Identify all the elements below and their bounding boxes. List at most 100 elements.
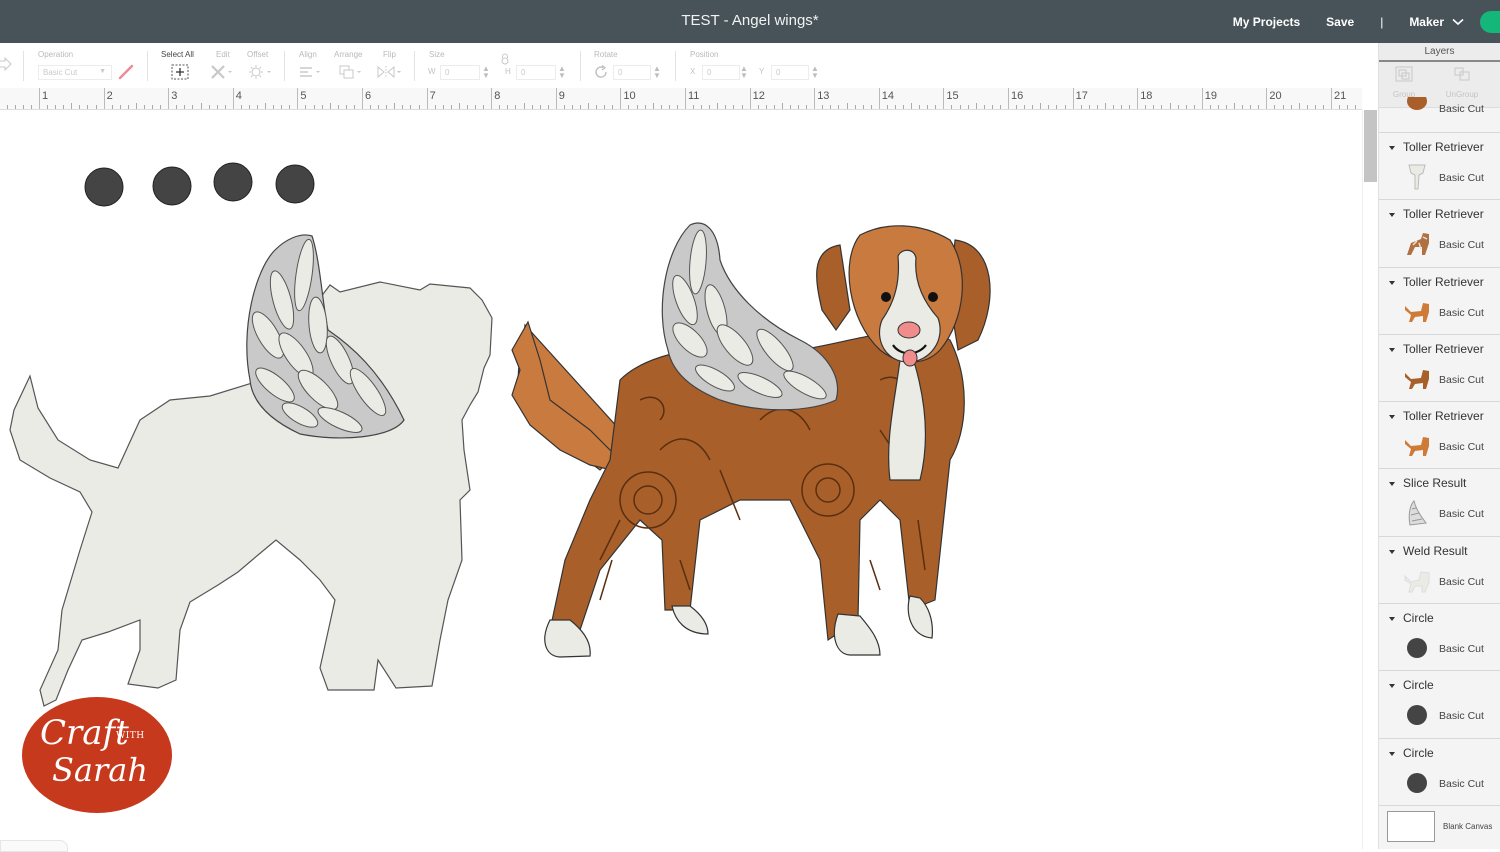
layer-item[interactable]: Toller Retriever Basic Cut <box>1379 200 1500 268</box>
width-stepper[interactable]: ▲ ▼ <box>482 65 490 80</box>
y-input[interactable]: 0 <box>771 65 809 80</box>
expand-caret-icon[interactable] <box>1389 751 1395 756</box>
rotate-stepper[interactable]: ▲ ▼ <box>653 65 661 80</box>
ruler-minor-tick <box>1347 105 1349 109</box>
layer-operation: Basic Cut <box>1439 777 1484 790</box>
ruler-minor-tick <box>1177 105 1179 109</box>
make-it-button[interactable] <box>1480 10 1500 33</box>
expand-caret-icon[interactable] <box>1389 617 1395 622</box>
layer-operation: Basic Cut <box>1439 643 1484 656</box>
scrollbar-thumb[interactable] <box>1364 110 1377 182</box>
expand-caret-icon[interactable] <box>1389 213 1395 218</box>
layer-item[interactable]: Toller Retriever Basic Cut <box>1379 133 1500 201</box>
circle-thumb-icon <box>1403 634 1431 662</box>
toller-retriever-dog[interactable] <box>511 225 991 658</box>
layer-item[interactable]: Circle Basic Cut <box>1379 604 1500 672</box>
expand-caret-icon[interactable] <box>1389 415 1395 420</box>
ruler-minor-tick <box>434 105 436 109</box>
layer-item-partial[interactable]: Basic Cut <box>1379 97 1500 133</box>
circle-shape[interactable] <box>275 164 315 204</box>
ruler-minor-tick <box>854 105 856 109</box>
layer-operation: Basic Cut <box>1439 172 1484 184</box>
rotate-input[interactable]: 0 <box>613 65 651 80</box>
circle-shape[interactable] <box>152 166 192 206</box>
ungroup-button[interactable]: UnGroup <box>1437 66 1487 99</box>
width-input[interactable]: 0 <box>440 65 480 80</box>
ruler-minor-tick <box>709 105 711 109</box>
group-toolbar: Group UnGroup <box>1379 62 1500 108</box>
ruler-minor-tick <box>725 105 727 109</box>
expand-caret-icon[interactable] <box>1389 684 1395 689</box>
wing-thumb-icon <box>1403 499 1431 527</box>
zoom-control-tab[interactable] <box>0 840 68 852</box>
ruler-minor-tick <box>539 105 541 109</box>
x-stepper[interactable]: ▲ ▼ <box>740 65 748 80</box>
group-button[interactable]: Group <box>1379 66 1429 99</box>
ruler-minor-tick <box>862 105 864 109</box>
expand-caret-icon[interactable] <box>1389 146 1395 150</box>
ruler-minor-tick <box>418 105 420 109</box>
offset-label: Offset <box>247 50 269 59</box>
layer-name: Toller Retriever <box>1403 409 1484 424</box>
expand-caret-icon[interactable] <box>1389 280 1395 285</box>
expand-caret-icon[interactable] <box>1389 347 1395 352</box>
ungroup-icon <box>1454 67 1470 81</box>
pen-color-icon[interactable] <box>118 64 134 80</box>
layer-item[interactable]: Circle Basic Cut <box>1379 738 1500 806</box>
save-button[interactable]: Save <box>1326 15 1354 29</box>
width-label: W <box>428 67 436 76</box>
x-value: 0 <box>707 68 712 77</box>
y-stepper[interactable]: ▲ ▼ <box>811 65 819 80</box>
ruler-minor-tick <box>450 105 452 109</box>
ruler-label: 20 <box>1269 90 1282 102</box>
ruler-minor-tick <box>967 105 969 109</box>
chevron-down-icon <box>1452 18 1464 25</box>
circle-shape[interactable] <box>84 167 124 207</box>
ruler-minor-tick <box>273 105 275 109</box>
ruler-major-tick <box>103 88 105 109</box>
layer-item[interactable]: Toller Retriever Basic Cut <box>1379 334 1500 403</box>
arrow-right-icon[interactable] <box>0 57 12 71</box>
my-projects-link[interactable]: My Projects <box>1233 15 1300 29</box>
layer-item[interactable]: Toller Retriever Basic Cut <box>1379 402 1500 470</box>
ruler-minor-tick <box>1314 105 1316 109</box>
ruler-minor-tick <box>571 105 573 109</box>
ruler-minor-tick <box>402 105 404 109</box>
operation-select[interactable]: Basic Cut ▼ <box>38 65 112 80</box>
top-bar: TEST - Angel wings* My Projects Save | M… <box>0 0 1500 43</box>
ruler-minor-tick <box>143 105 145 109</box>
layer-name: Toller Retriever <box>1403 207 1484 222</box>
ruler-label: 17 <box>1075 90 1088 102</box>
logo-with: WITH <box>116 731 145 741</box>
ruler-minor-tick <box>983 105 985 109</box>
ruler-minor-tick <box>733 105 735 109</box>
ruler-minor-tick <box>386 105 388 109</box>
height-input[interactable]: 0 <box>516 65 556 80</box>
design-canvas[interactable]: Craft WITH Sarah <box>0 110 1362 849</box>
blank-canvas-layer[interactable]: Blank Canvas <box>1379 805 1500 849</box>
layer-item[interactable]: Toller Retriever Basic Cut <box>1379 267 1500 335</box>
ruler-major-tick <box>685 88 686 109</box>
ruler-minor-tick <box>313 105 315 109</box>
machine-select[interactable]: Maker <box>1409 15 1464 29</box>
circle-shape[interactable] <box>213 162 253 202</box>
blank-canvas-swatch[interactable] <box>1387 810 1435 842</box>
layer-item[interactable]: Weld Result Basic Cut <box>1379 536 1500 605</box>
ruler-minor-tick <box>1024 105 1026 109</box>
ruler-minor-tick <box>127 105 129 109</box>
ruler-minor-tick <box>353 105 355 109</box>
x-input[interactable]: 0 <box>702 65 740 80</box>
expand-caret-icon[interactable] <box>1389 482 1395 487</box>
canvas-vertical-scrollbar[interactable] <box>1362 110 1378 849</box>
white-dog-thumb-icon <box>1403 567 1431 595</box>
toolbar-divider <box>675 51 676 81</box>
ruler-minor-tick <box>1274 105 1276 109</box>
ruler-minor-tick <box>1306 105 1308 109</box>
angel-wing[interactable] <box>661 222 839 411</box>
height-stepper[interactable]: ▲ ▼ <box>558 65 566 80</box>
lock-icon[interactable] <box>500 53 510 65</box>
ruler-minor-tick <box>523 103 525 109</box>
layer-item[interactable]: Circle Basic Cut <box>1379 671 1500 739</box>
layer-item[interactable]: Slice Result Basic Cut <box>1379 469 1500 537</box>
expand-caret-icon[interactable] <box>1389 549 1395 554</box>
